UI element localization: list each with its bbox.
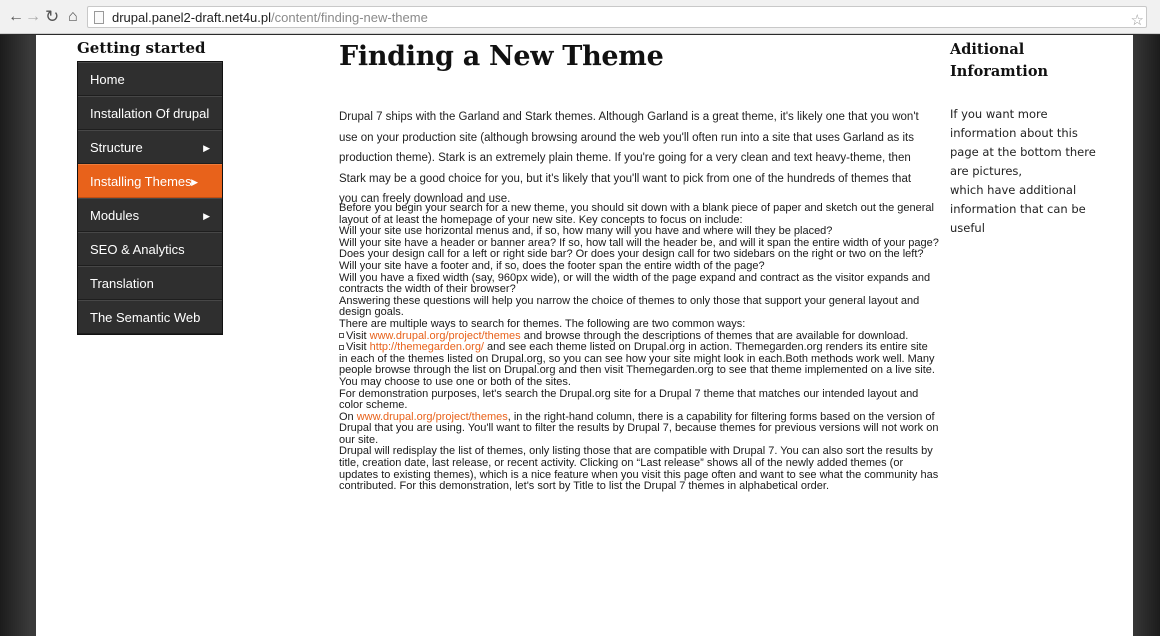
submenu-arrow-icon: ▶ [191, 177, 198, 187]
bullet-icon [339, 344, 344, 350]
page-content: Getting started Home Installation Of dru… [36, 35, 1133, 636]
sidebar-menu: Home Installation Of drupal Structure ▶ I… [77, 61, 223, 335]
aside-title: Aditional Inforamtion [950, 41, 1049, 80]
question-item: Will you have a fixed width (say, 960px … [339, 271, 931, 296]
menu-item-label: Translation [90, 276, 154, 291]
address-bar[interactable]: drupal.panel2-draft.net4u.pl/content/fin… [87, 6, 1147, 29]
menu-item-translation[interactable]: Translation [78, 266, 222, 300]
url-path: /content/finding-new-theme [271, 10, 428, 25]
menu-item-seo-analytics[interactable]: SEO & Analytics [78, 232, 222, 266]
page-title: Finding a New Theme [339, 41, 664, 72]
menu-item-label: Installation Of drupal [90, 106, 210, 121]
paragraph: For demonstration purposes, let's search… [339, 387, 919, 412]
menu-item-label: Modules [90, 208, 140, 223]
menu-item-home[interactable]: Home [78, 62, 222, 96]
menu-item-label: Structure [90, 140, 143, 155]
menu-item-label: The Semantic Web [90, 310, 201, 325]
bullet-icon [339, 333, 344, 339]
drupal-themes-link[interactable]: www.drupal.org/project/themes [357, 411, 508, 423]
bookmark-star-icon[interactable]: ☆ [1131, 11, 1144, 29]
menu-item-label: Installing Themes [90, 174, 192, 189]
browser-toolbar: ← → ↻ ⌂ drupal.panel2-draft.net4u.pl/con… [0, 0, 1160, 34]
bullet-item: Visit http://themegarden.org/ and see ea… [339, 341, 939, 388]
url-host: drupal.panel2-draft.net4u.pl [112, 10, 272, 25]
menu-item-semantic-web[interactable]: The Semantic Web [78, 300, 222, 334]
menu-item-structure[interactable]: Structure ▶ [78, 130, 222, 164]
bullet-text: and browse through the descriptions of t… [520, 329, 909, 342]
paragraph: On www.drupal.org/project/themes, in the… [339, 410, 939, 447]
menu-item-label: SEO & Analytics [90, 242, 185, 257]
submenu-arrow-icon: ▶ [203, 211, 210, 221]
url-text[interactable]: drupal.panel2-draft.net4u.pl/content/fin… [112, 10, 428, 26]
question-item: Will your site have a footer and, if so,… [339, 259, 765, 272]
submenu-arrow-icon: ▶ [203, 143, 210, 153]
paragraph: Answering these questions will help you … [339, 294, 920, 319]
article-body: Before you begin your search for a new t… [339, 202, 939, 493]
home-icon[interactable]: ⌂ [68, 7, 78, 27]
menu-item-modules[interactable]: Modules ▶ [78, 198, 222, 232]
bullet-text: Visit [346, 329, 370, 342]
themegarden-link[interactable]: http://themegarden.org/ [370, 341, 484, 353]
menu-item-installing-themes[interactable]: Installing Themes ▶ [78, 164, 222, 198]
menu-item-label: Home [90, 72, 125, 87]
bullet-text: Visit [346, 341, 370, 354]
paragraph-text: On [339, 410, 357, 423]
forward-arrow-icon[interactable]: → [25, 7, 41, 27]
paragraph: Before you begin your search for a new t… [339, 202, 934, 226]
paragraph: Drupal will redisplay the list of themes… [339, 445, 939, 493]
intro-paragraph: Drupal 7 ships with the Garland and Star… [339, 111, 919, 205]
aside-text: If you want more information about this … [950, 107, 1096, 235]
drupal-themes-link[interactable]: www.drupal.org/project/themes [370, 330, 521, 342]
menu-item-installation[interactable]: Installation Of drupal [78, 96, 222, 130]
back-arrow-icon[interactable]: ← [8, 7, 24, 27]
sidebar-title: Getting started [77, 39, 206, 57]
page-icon [94, 11, 104, 24]
reload-icon[interactable]: ↻ [45, 7, 59, 27]
